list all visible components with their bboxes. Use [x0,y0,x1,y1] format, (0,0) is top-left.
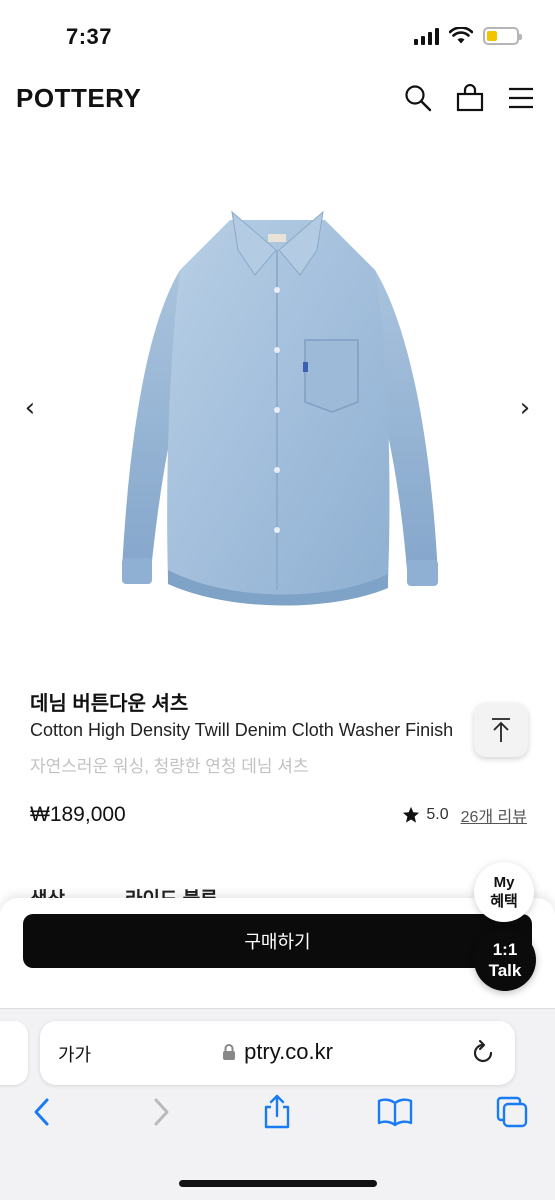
home-indicator [179,1180,377,1187]
my-benefits-button[interactable]: My 혜택 [474,862,534,922]
wifi-icon [449,27,473,44]
gallery-prev-arrow[interactable]: ‹ [18,390,42,426]
cellular-signal-icon [414,27,439,45]
one-on-one-talk-button[interactable]: 1:1 Talk [474,929,536,991]
scroll-to-top-icon[interactable] [474,703,528,757]
product-description: 자연스러운 워싱, 청량한 연청 데님 셔츠 [30,757,309,776]
talk-line1: 1:1 [492,940,518,959]
product-title: 데님 버튼다운 셔츠 [30,693,189,715]
product-rating[interactable]: 5.0 26개 리뷰 [402,803,527,827]
bookmarks-icon[interactable] [377,1094,413,1130]
forward-icon[interactable] [143,1094,179,1130]
back-icon[interactable] [24,1094,60,1130]
site-logo[interactable]: POTTERY [16,83,141,114]
previous-tab-preview[interactable] [0,1021,28,1085]
status-indicators [414,27,522,45]
address-bar[interactable]: 가가 ptry.co.kr [40,1021,515,1085]
talk-line2: Talk [488,961,522,980]
review-count-link[interactable]: 26개 리뷰 [461,803,527,827]
reload-icon[interactable] [469,1039,497,1067]
rating-value: 5.0 [426,806,449,823]
my-benefits-line1: My [493,874,515,891]
url-display[interactable]: ptry.co.kr [40,1039,515,1065]
search-icon[interactable] [403,83,433,113]
purchase-sheet: 구매하기 [0,898,555,1010]
share-icon[interactable] [259,1094,295,1130]
status-time: 7:37 [66,24,113,49]
my-benefits-line2: 혜택 [490,893,518,910]
tabs-icon[interactable] [494,1094,530,1130]
hamburger-menu-icon[interactable] [506,83,536,113]
star-icon [403,806,420,823]
denim-shirt-image [122,210,438,606]
battery-icon [483,27,522,45]
buy-button[interactable]: 구매하기 [23,914,532,968]
shopping-bag-icon[interactable] [455,83,485,113]
product-subtitle: Cotton High Density Twill Denim Cloth Wa… [30,720,454,740]
lock-icon [223,1044,236,1060]
gallery-next-arrow[interactable]: › [513,390,537,426]
product-gallery[interactable]: ‹ › [0,150,555,650]
url-text: ptry.co.kr [244,1039,333,1064]
product-price: ₩189,000 [30,803,126,826]
